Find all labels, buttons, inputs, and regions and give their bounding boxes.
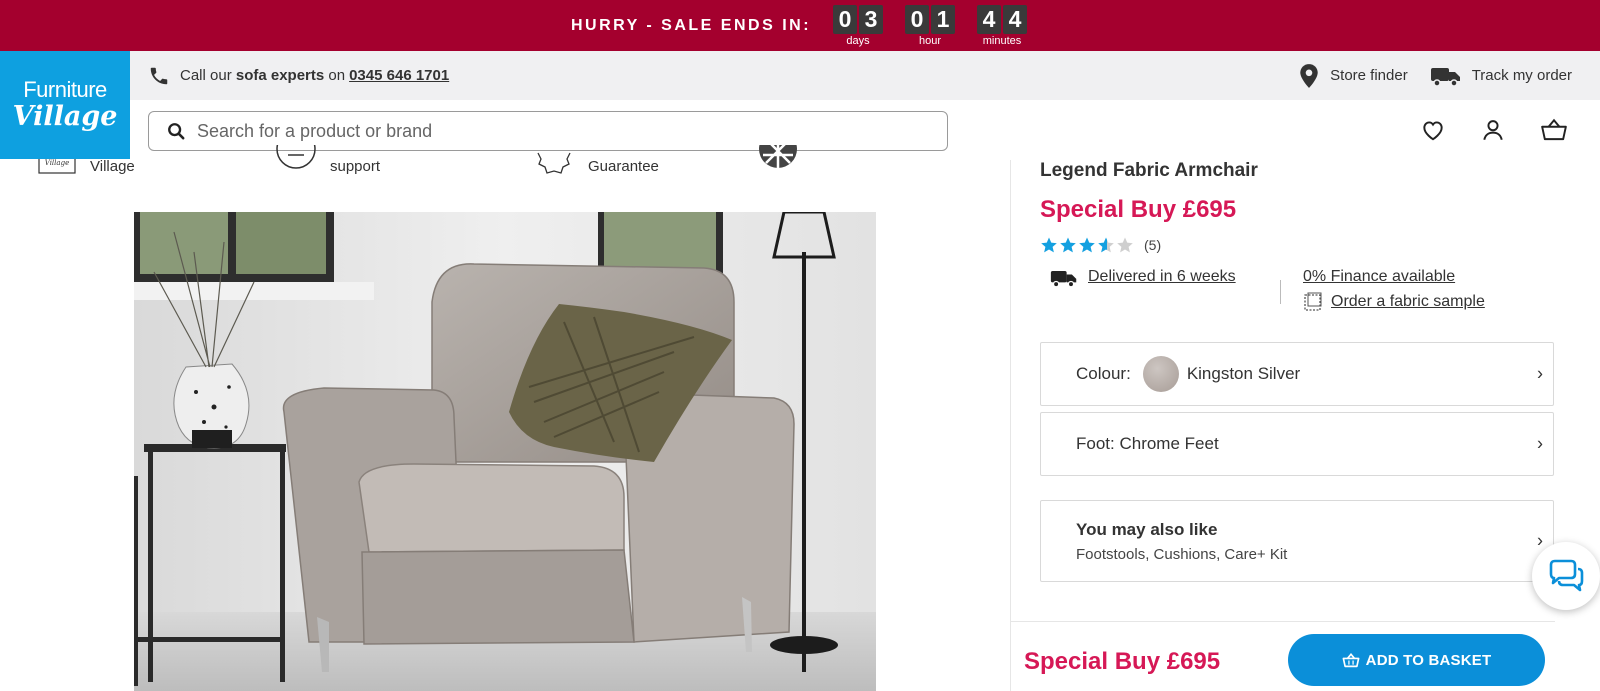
sticky-price: Special Buy £695 [1024, 648, 1221, 675]
also-like-card[interactable]: You may also like Footstools, Cushions, … [1040, 500, 1554, 582]
countdown-hours: 0 1 hour [905, 4, 956, 47]
store-finder-label: Store finder [1330, 67, 1408, 84]
add-to-basket-label: ADD TO BASKET [1365, 651, 1492, 669]
also-like-title: You may also like [1076, 519, 1218, 539]
utility-bar: Call our sofa experts on 0345 646 1701 S… [130, 51, 1600, 100]
review-count: (5) [1144, 237, 1162, 253]
colour-label: Colour: [1076, 364, 1131, 383]
countdown-digit: 4 [977, 4, 1002, 34]
star-icon [1079, 237, 1095, 253]
countdown-days: 0 3 days [833, 4, 884, 47]
product-details: Legend Fabric Armchair Special Buy £695 … [1040, 160, 1554, 582]
add-to-basket-button[interactable]: ADD TO BASKET [1288, 634, 1545, 686]
call-experts: Call our sofa experts on 0345 646 1701 [148, 65, 449, 87]
flag-icon [759, 145, 797, 168]
call-bold: sofa experts [235, 67, 325, 84]
colour-value: Kingston Silver [1186, 364, 1301, 383]
logo-line-2: Village [12, 101, 118, 132]
sale-banner-text: HURRY - SALE ENDS IN: [570, 16, 812, 34]
star-rating [1040, 236, 1134, 254]
fabric-sample-link[interactable]: Order a fabric sample [1331, 293, 1485, 311]
star-icon [1060, 237, 1076, 253]
account-user-icon[interactable] [1480, 117, 1506, 143]
basket-icon [1342, 652, 1360, 667]
track-order-label: Track my order [1471, 67, 1572, 84]
location-pin-icon [1300, 63, 1318, 88]
track-order-link[interactable]: Track my order [1430, 65, 1572, 87]
sale-banner: HURRY - SALE ENDS IN: 0 3 days 0 1 hour … [0, 0, 1600, 51]
search-icon [168, 123, 185, 140]
product-title: Legend Fabric Armchair [1040, 160, 1258, 181]
usp-text: Village [90, 158, 135, 175]
countdown-digit: 0 [833, 4, 858, 34]
fabric-sample[interactable]: Order a fabric sample [1303, 292, 1485, 312]
fabric-swatch-icon [1304, 292, 1322, 311]
site-logo[interactable]: Furniture Village [0, 51, 130, 159]
phone-icon [150, 67, 168, 84]
foot-selector[interactable]: Foot: Chrome Feet › [1040, 412, 1554, 476]
countdown-digit: 1 [931, 4, 956, 34]
product-rating[interactable]: (5) [1040, 236, 1554, 254]
usp-strip: Village Village support Guarantee [0, 145, 1010, 175]
search-input[interactable] [197, 120, 897, 142]
svg-text:Village: Village [45, 159, 69, 167]
call-on: on [328, 67, 346, 84]
delivery-link[interactable]: Delivered in 6 weeks [1088, 268, 1236, 286]
product-price: Special Buy £695 [1040, 196, 1237, 223]
usp-item: support [276, 145, 380, 175]
logo-line-1: Furniture [23, 77, 107, 102]
basket-icon[interactable] [1540, 117, 1568, 143]
star-empty-icon [1117, 237, 1133, 253]
info-separator [1280, 280, 1281, 304]
also-like-subtitle: Footstools, Cushions, Care+ Kit [1076, 545, 1288, 563]
chevron-right-icon: › [1537, 433, 1543, 454]
chevron-right-icon: › [1537, 530, 1543, 551]
armchair-photo [134, 212, 876, 691]
wishlist-heart-icon[interactable] [1420, 117, 1446, 143]
usp-item: Guarantee [534, 145, 659, 175]
countdown-label: minutes [982, 34, 1022, 47]
countdown-digit: 4 [1003, 4, 1028, 34]
column-divider [1010, 160, 1011, 691]
star-half-icon [1098, 237, 1114, 253]
chevron-right-icon: › [1537, 363, 1543, 384]
countdown-minutes: 4 4 minutes [977, 4, 1028, 47]
usp-text: Guarantee [588, 158, 659, 175]
usp-text: support [330, 158, 381, 175]
truck-icon [1430, 67, 1460, 87]
product-image[interactable] [134, 212, 876, 691]
colour-selector[interactable]: Colour: Kingston Silver › [1040, 342, 1554, 406]
phone-number-link[interactable]: 0345 646 1701 [349, 67, 449, 84]
usp-item [758, 145, 798, 175]
store-finder-link[interactable]: Store finder [1298, 63, 1408, 89]
panel-divider [1010, 621, 1555, 622]
countdown-digit: 3 [859, 4, 884, 34]
colour-swatch [1142, 356, 1179, 392]
countdown-label: days [846, 34, 870, 47]
delivery-truck-icon [1050, 271, 1077, 288]
delivery-info[interactable]: Delivered in 6 weeks [1050, 268, 1280, 312]
chat-bubbles-icon [1549, 559, 1584, 592]
call-prefix: Call our [180, 67, 232, 84]
support-icon [276, 145, 316, 169]
foot-label: Foot: Chrome Feet [1076, 434, 1219, 453]
countdown-label: hour [919, 34, 942, 47]
chat-button[interactable] [1532, 542, 1600, 610]
countdown-digit: 0 [905, 4, 930, 34]
guarantee-icon [537, 152, 571, 174]
star-icon [1041, 237, 1057, 253]
finance-link[interactable]: 0% Finance available [1303, 268, 1485, 286]
